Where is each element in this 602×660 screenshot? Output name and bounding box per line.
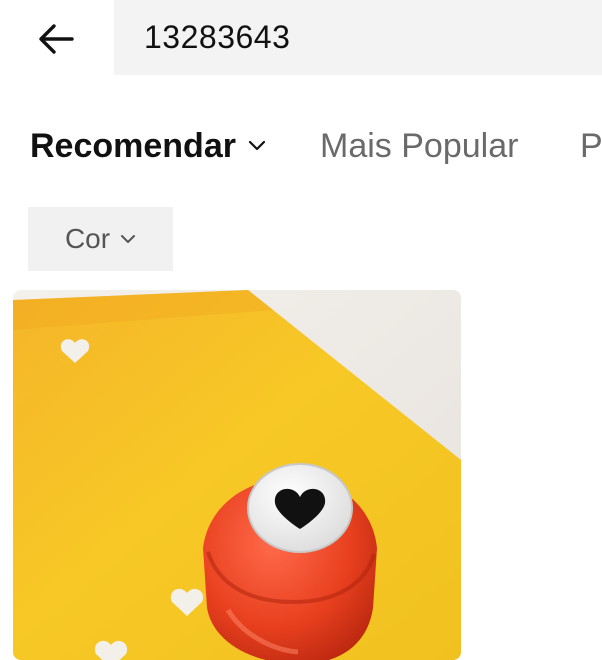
arrow-left-icon bbox=[39, 24, 74, 54]
tab-recomendar[interactable]: Recomendar bbox=[30, 118, 266, 174]
search-input[interactable]: 13283643 bbox=[114, 0, 602, 75]
chevron-down-icon bbox=[120, 234, 136, 245]
tab-price[interactable]: P bbox=[580, 118, 602, 174]
back-button[interactable] bbox=[28, 14, 84, 64]
tab-mais-popular-label: Mais Popular bbox=[320, 126, 519, 165]
product-card[interactable] bbox=[13, 290, 461, 660]
tab-price-label: P bbox=[580, 126, 602, 165]
top-bar: 13283643 bbox=[0, 0, 602, 78]
chevron-down-icon bbox=[248, 140, 266, 152]
search-query: 13283643 bbox=[144, 19, 291, 55]
sort-tabs: Recomendar Mais Popular P bbox=[0, 118, 602, 174]
product-image bbox=[13, 290, 461, 660]
color-filter-label: Cor bbox=[64, 223, 111, 254]
tab-mais-popular[interactable]: Mais Popular bbox=[320, 118, 518, 174]
tab-recomendar-label: Recomendar bbox=[30, 126, 236, 165]
color-filter-chip[interactable]: Cor bbox=[28, 207, 173, 271]
